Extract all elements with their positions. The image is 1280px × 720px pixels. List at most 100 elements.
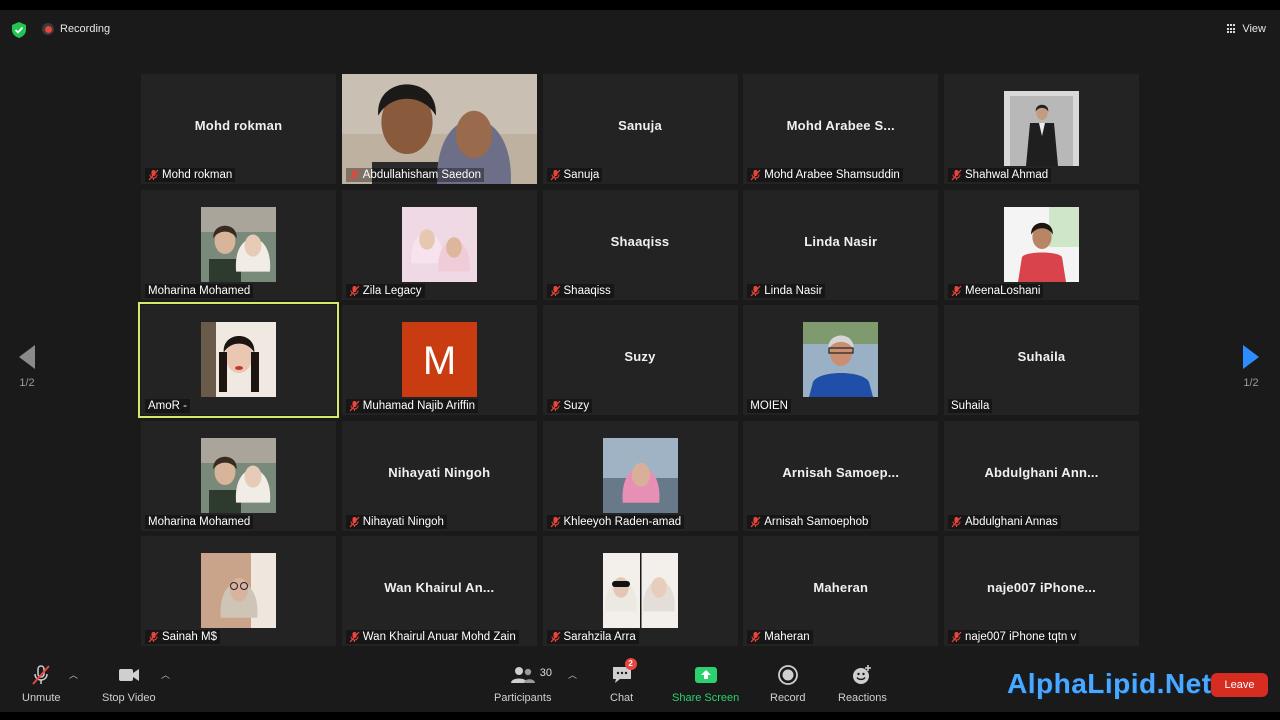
microphone-muted-icon (750, 631, 761, 643)
previous-page-button[interactable]: 1/2 (12, 345, 42, 389)
microphone-muted-icon (550, 631, 560, 643)
participant-display-name: Sanuja (618, 118, 662, 133)
participants-icon (510, 667, 535, 683)
participant-display-name: Mohd Arabee S... (786, 118, 895, 133)
microphone-muted-icon (349, 169, 360, 181)
participant-tile[interactable]: Arnisah Samoep... Arnisah Samoephob (743, 420, 939, 531)
participant-name-label: Sanuja (546, 168, 603, 182)
participant-tile[interactable]: Maheran Maheran (743, 536, 939, 646)
participant-tile[interactable]: naje007 iPhone... naje007 iPhone tqtn v (944, 536, 1139, 646)
participant-photo (1004, 91, 1079, 166)
participant-tile[interactable]: Linda Nasir Linda Nasir (743, 189, 939, 300)
participant-tile[interactable]: Moharina Mohamed (141, 189, 336, 300)
participant-tile[interactable]: AmoR - (138, 302, 339, 418)
reactions-smiley-icon (853, 665, 872, 684)
participant-name-label: MOIEN (747, 399, 791, 413)
microphone-muted-icon (550, 516, 560, 527)
video-options-caret-icon[interactable]: ︿ (161, 668, 170, 681)
participant-tile[interactable]: Mohd rokman Mohd rokman (141, 74, 336, 184)
participant-name-label: Abdullahisham Saedon (345, 168, 485, 182)
participant-display-name: Nihayati Ningoh (388, 464, 491, 480)
participant-name: Muhamad Najib Ariffin (362, 400, 476, 412)
page-indicator-left: 1/2 (19, 377, 35, 389)
participant-tile[interactable]: Mohd Arabee S... Mohd Arabee Shamsuddin (743, 74, 939, 184)
participants-button[interactable]: 30 Participants (494, 664, 552, 704)
participant-name: Abdulghani Annas (965, 515, 1058, 528)
participant-tile[interactable]: MeenaLoshani (944, 189, 1139, 300)
participants-options-caret-icon[interactable]: ︿ (568, 668, 577, 681)
participant-tile[interactable]: Suhaila Suhaila (944, 305, 1139, 415)
microphone-muted-icon (951, 169, 962, 181)
leave-button[interactable]: Leave (1211, 673, 1268, 697)
participant-name-label: Linda Nasir (747, 283, 826, 298)
participant-name-label: Zila Legacy (345, 283, 425, 298)
participant-photo (201, 437, 276, 513)
participant-tile[interactable]: Moharina Mohamed (141, 420, 336, 531)
participant-tile[interactable]: Nihayati Ningoh Nihayati Ningoh (341, 420, 537, 531)
participant-name-label: Shaaqiss (546, 283, 614, 298)
participant-tile[interactable]: Shaaqiss Shaaqiss (542, 189, 738, 300)
participant-tile[interactable]: Khleeyoh Raden-amad (542, 420, 738, 531)
participant-tile[interactable]: Sainah M$ (141, 536, 336, 646)
participant-photo (201, 553, 276, 628)
microphone-muted-icon (32, 665, 51, 685)
microphone-muted-icon (148, 631, 159, 643)
share-screen-button[interactable]: Share Screen (672, 664, 739, 704)
record-label: Record (770, 692, 806, 704)
participant-display-name: Arnisah Samoep... (782, 464, 900, 480)
record-icon (777, 665, 798, 685)
participant-display-name: Wan Khairul An... (384, 580, 495, 595)
next-page-button[interactable]: 1/2 (1236, 345, 1266, 389)
participant-tile[interactable]: Zila Legacy (341, 189, 537, 300)
participant-name-label: Arnisah Samoephob (747, 514, 872, 529)
stop-video-button[interactable]: Stop Video (102, 664, 156, 704)
participant-name: Linda Nasir (764, 284, 823, 297)
microphone-muted-icon (148, 169, 159, 181)
chat-button[interactable]: 2 Chat (610, 658, 637, 704)
participant-tile[interactable]: Sarahzila Arra (542, 536, 738, 646)
participant-name: Nihayati Ningoh (362, 515, 444, 528)
reactions-button[interactable]: Reactions (838, 664, 887, 704)
participant-name: MOIEN (750, 400, 788, 412)
view-button[interactable]: View (1227, 23, 1266, 35)
participant-name: Abdullahisham Saedon (362, 169, 482, 181)
participant-tile[interactable]: Abdullahisham Saedon (341, 74, 537, 184)
participant-name-label: Khleeyoh Raden-amad (546, 514, 685, 529)
letter-avatar: M (401, 322, 477, 397)
record-button[interactable]: Record (770, 664, 805, 704)
participant-photo (201, 206, 276, 282)
shield-icon[interactable] (12, 22, 26, 38)
participant-name: Zila Legacy (362, 284, 422, 297)
unmute-button[interactable]: Unmute (22, 664, 61, 704)
participant-name: Sarahzila Arra (563, 631, 636, 643)
participant-tile[interactable]: Sanuja Sanuja (542, 74, 738, 184)
microphone-muted-icon (550, 400, 560, 412)
participant-tile[interactable]: Wan Khairul An... Wan Khairul Anuar Mohd… (341, 536, 537, 646)
video-camera-icon (118, 669, 139, 681)
microphone-muted-icon (349, 285, 360, 296)
audio-options-caret-icon[interactable]: ︿ (69, 668, 78, 681)
recording-indicator[interactable]: Recording (42, 23, 110, 35)
participant-tile[interactable]: Shahwal Ahmad (944, 74, 1139, 184)
microphone-muted-icon (550, 169, 560, 181)
participant-tile[interactable]: Abdulghani Ann... Abdulghani Annas (944, 420, 1139, 531)
participant-name-label: Maheran (747, 630, 813, 644)
participant-name: Wan Khairul Anuar Mohd Zain (362, 631, 516, 643)
microphone-muted-icon (750, 516, 761, 527)
participant-name-label: Mohd rokman (145, 168, 236, 182)
recording-label: Recording (60, 23, 111, 35)
participant-display-name: naje007 iPhone... (987, 580, 1096, 595)
participant-tile[interactable]: M Muhamad Najib Ariffin (341, 305, 537, 415)
participant-tile[interactable]: MOIEN (743, 305, 939, 415)
participant-name-label: Wan Khairul Anuar Mohd Zain (345, 630, 519, 644)
participant-display-name: Abdulghani Ann... (984, 464, 1099, 480)
participant-gallery: Mohd rokman Mohd rokman Abdullahisham Sa… (138, 74, 1139, 646)
microphone-muted-icon (750, 285, 761, 296)
participant-name-label: Shahwal Ahmad (948, 168, 1052, 182)
participant-photo (201, 322, 276, 397)
reactions-label: Reactions (838, 692, 887, 704)
participants-label: Participants (494, 692, 552, 704)
svg-text:M: M (423, 339, 456, 383)
participant-photo (1004, 206, 1079, 282)
participant-tile[interactable]: Suzy Suzy (542, 305, 738, 415)
